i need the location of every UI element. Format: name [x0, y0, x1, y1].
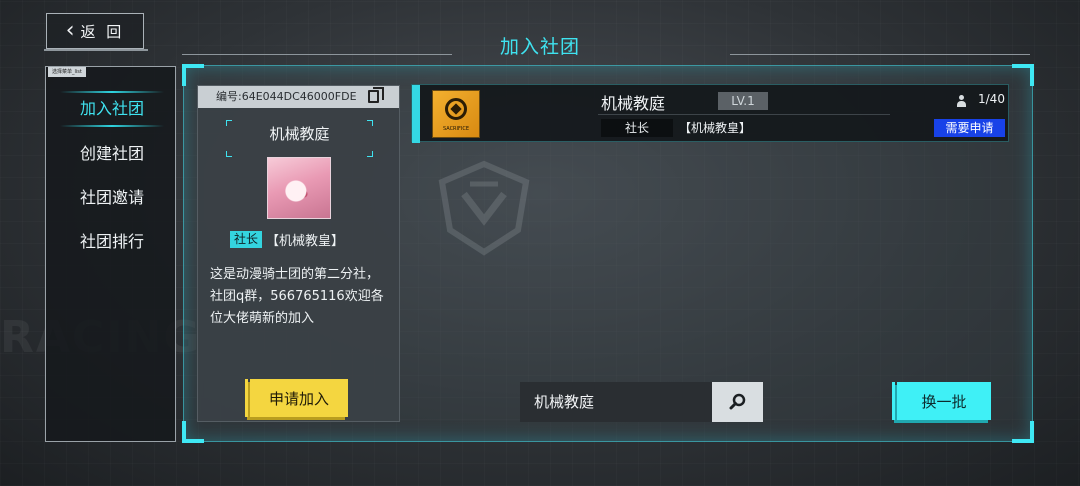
bracket-decoration: [367, 120, 373, 126]
club-detail-panel: 编号:64E044DC46000FDE 机械教庭 社长 【机械教皇】 这是动漫骑…: [197, 85, 400, 422]
club-item-leader: 【机械教皇】: [679, 121, 752, 135]
card-divider: [598, 114, 890, 115]
club-level: LV.1: [718, 92, 768, 110]
badge-text: SACRIFICE: [442, 126, 470, 132]
bracket-decoration: [226, 120, 232, 126]
bracket-decoration: [367, 151, 373, 157]
leader-avatar: [267, 157, 331, 219]
leader-tag: 社长: [230, 230, 263, 248]
apply-join-button[interactable]: 申请加入: [245, 379, 348, 417]
side-menu: 选择菜单_list 加入社团 创建社团 社团邀请 社团排行: [45, 66, 176, 442]
title-divider-right: [730, 54, 1030, 55]
club-list-item[interactable]: SACRIFICE 机械教庭 LV.1 社长 【机械教皇】 1/40 需要申请: [411, 84, 1009, 143]
menu-item-club-invites[interactable]: 社团邀请: [60, 180, 164, 216]
menu-item-club-ranking[interactable]: 社团排行: [60, 224, 164, 260]
club-code-text: 编号:64E044DC46000FDE: [216, 90, 357, 103]
bracket-decoration: [226, 151, 232, 157]
leader-name: 【机械教皇】: [266, 233, 345, 249]
frame-corner: [182, 64, 204, 86]
club-badge-icon: SACRIFICE: [432, 90, 480, 138]
frame-corner: [1012, 421, 1034, 443]
search-icon: [729, 393, 745, 410]
club-item-name: 机械教庭: [601, 94, 666, 113]
club-role-tag: 社长: [601, 119, 673, 137]
badge-symbol: [445, 98, 467, 120]
frame-corner: [182, 421, 204, 443]
club-code: 编号:64E044DC46000FDE: [198, 86, 399, 108]
frame-corner: [1012, 64, 1034, 86]
menu-item-join-club[interactable]: 加入社团: [60, 91, 164, 127]
title-divider-left: [182, 54, 452, 55]
refresh-list-button[interactable]: 换一批: [892, 382, 991, 420]
menu-tag: 选择菜单_list: [48, 67, 86, 77]
member-icon: [957, 95, 966, 107]
card-accent: [412, 85, 420, 143]
leader-info: 社长 【机械教皇】: [230, 230, 380, 249]
club-description: 这是动漫骑士团的第二分社， 社团q群，566765116欢迎各 位大佬萌新的加入: [210, 267, 384, 326]
member-count: 1/40: [978, 92, 1005, 106]
shield-watermark-icon: [438, 160, 530, 256]
club-name: 机械教庭: [269, 125, 330, 143]
club-name-frame: 机械教庭: [226, 120, 373, 157]
search-input[interactable]: 机械教庭: [520, 382, 712, 422]
menu-item-create-club[interactable]: 创建社团: [60, 136, 164, 172]
status-badge: 需要申请: [934, 119, 1005, 137]
search-button[interactable]: [712, 382, 763, 422]
copy-icon[interactable]: [368, 87, 384, 103]
